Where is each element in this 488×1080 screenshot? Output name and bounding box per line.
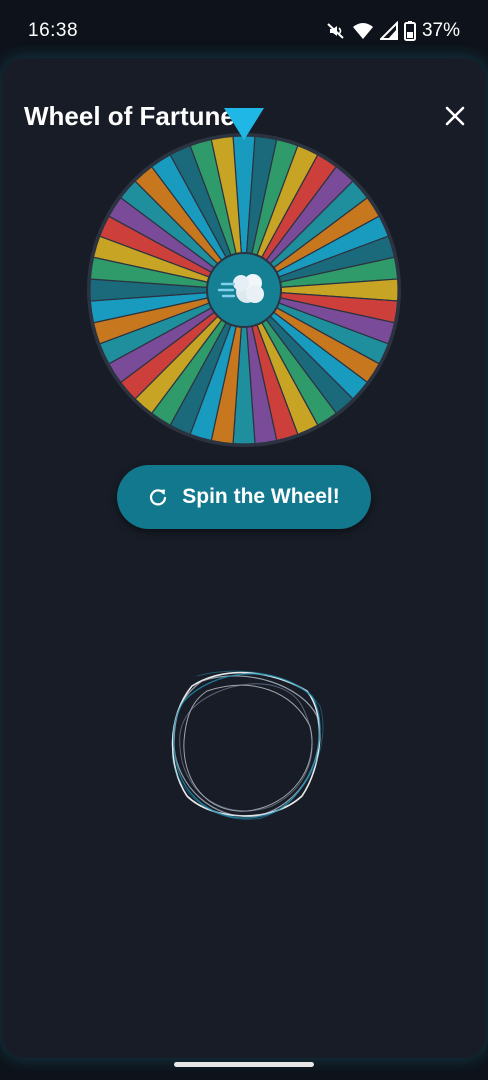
mute-icon [326,21,346,41]
wifi-icon [352,21,374,41]
spin-wheel-button[interactable]: Spin the Wheel! [117,465,371,529]
app-screen: 16:38 37% Wheel of Fartune Spin the Whee… [0,0,488,1080]
status-bar: 16:38 37% [0,0,488,62]
spin-button-label: Spin the Wheel! [182,485,340,508]
wheel-graphic [87,133,401,447]
gesture-nav-handle[interactable] [174,1062,314,1067]
battery-percent: 37% [421,20,460,41]
loading-scribble-icon [171,670,324,820]
close-icon [445,106,465,126]
page-title: Wheel of Fartune [24,100,235,131]
signal-icon [379,21,398,41]
pointer-triangle-icon [224,108,264,140]
close-button[interactable] [438,99,472,133]
fortune-wheel[interactable] [86,132,402,448]
status-icons: 37% [326,20,460,42]
status-time: 16:38 [28,20,79,41]
battery-icon [403,21,416,41]
refresh-icon [150,489,167,506]
